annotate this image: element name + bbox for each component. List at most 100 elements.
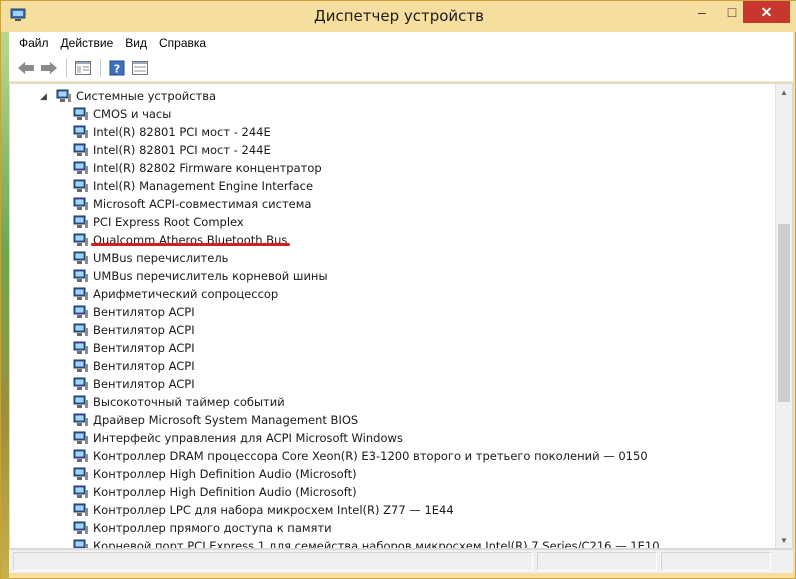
device-row[interactable]: Intel(R) Management Engine Interface — [73, 177, 313, 195]
device-row[interactable]: PCI Express Root Complex — [73, 213, 244, 231]
device-label: Вентилятор ACPI — [93, 305, 195, 319]
toolbar-separator — [66, 58, 67, 77]
device-row[interactable]: Контроллер прямого доступа к памяти — [73, 519, 332, 537]
device-label: UMBus перечислитель корневой шины — [93, 269, 328, 283]
system-device-icon — [73, 287, 88, 300]
tree-category-row[interactable]: ◢ Системные устройства — [40, 87, 216, 105]
back-button[interactable] — [15, 57, 37, 79]
system-device-icon — [73, 449, 88, 462]
show-hide-tree-icon — [75, 60, 91, 75]
forward-button[interactable] — [38, 57, 60, 79]
system-device-icon — [73, 161, 88, 174]
device-tree[interactable]: ◢ Системные устройства CMOS и часы Intel(… — [9, 83, 793, 549]
device-row[interactable]: CMOS и часы — [73, 105, 171, 123]
system-device-icon — [73, 431, 88, 444]
menu-view[interactable]: Вид — [119, 36, 153, 50]
system-device-icon — [73, 377, 88, 390]
system-device-icon — [73, 143, 88, 156]
status-cell-tertiary — [661, 552, 771, 571]
console-tree-button[interactable] — [129, 57, 151, 79]
device-row[interactable]: Вентилятор ACPI — [73, 375, 195, 393]
device-row[interactable]: Intel(R) 82801 PCI мост - 244E — [73, 123, 271, 141]
device-row[interactable]: Высокоточный таймер событий — [73, 393, 285, 411]
system-device-icon — [73, 233, 88, 246]
device-row[interactable]: UMBus перечислитель — [73, 249, 228, 267]
device-row[interactable]: Корневой порт PCI Express 1 для семейств… — [73, 537, 660, 548]
system-device-icon — [73, 485, 88, 498]
device-row[interactable]: Вентилятор ACPI — [73, 357, 195, 375]
device-row[interactable]: Контроллер High Definition Audio (Micros… — [73, 483, 357, 501]
svg-text:?: ? — [114, 62, 120, 75]
system-device-icon — [73, 107, 88, 120]
menu-action[interactable]: Действие — [55, 36, 120, 50]
device-row[interactable]: Драйвер Microsoft System Management BIOS — [73, 411, 358, 429]
menu-file[interactable]: Файл — [13, 36, 55, 50]
window-title: Диспетчер устройств — [313, 7, 484, 25]
scroll-up-arrow-icon[interactable]: ▲ — [776, 84, 792, 100]
system-devices-icon — [56, 89, 71, 102]
device-label: Вентилятор ACPI — [93, 359, 195, 373]
system-device-icon — [73, 341, 88, 354]
system-device-icon — [73, 323, 88, 336]
back-arrow-icon — [18, 61, 34, 74]
device-label: Intel(R) Management Engine Interface — [93, 179, 314, 193]
device-label: Intel(R) 82801 PCI мост - 244E — [93, 125, 271, 139]
system-device-icon — [73, 395, 88, 408]
device-row[interactable]: Intel(R) 82802 Firmware концентратор — [73, 159, 322, 177]
menu-bar: Файл Действие Вид Справка — [9, 32, 793, 54]
title-bar[interactable]: Диспетчер устройств – □ ✕ — [1, 1, 796, 32]
device-label: Microsoft ACPI-совместимая система — [93, 197, 312, 211]
scroll-down-arrow-icon[interactable]: ▼ — [776, 532, 792, 548]
device-row[interactable]: Контроллер DRAM процессора Core Xeon(R) … — [73, 447, 648, 465]
device-row[interactable]: Intel(R) 82801 PCI мост - 244E — [73, 141, 271, 159]
device-row[interactable]: Вентилятор ACPI — [73, 303, 195, 321]
device-label: Высокоточный таймер событий — [93, 395, 285, 409]
device-row[interactable]: UMBus перечислитель корневой шины — [73, 267, 328, 285]
scroll-thumb[interactable] — [778, 224, 790, 402]
help-button[interactable]: ? — [106, 57, 128, 79]
device-label: Арифметический сопроцессор — [93, 287, 279, 301]
show-hide-tree-button[interactable] — [72, 57, 94, 79]
device-row[interactable]: Вентилятор ACPI — [73, 321, 195, 339]
system-device-icon — [73, 197, 88, 210]
device-label: Интерфейс управления для ACPI Microsoft … — [93, 431, 403, 445]
device-row[interactable]: Microsoft ACPI-совместимая система — [73, 195, 311, 213]
device-label: CMOS и часы — [93, 107, 172, 121]
category-label: Системные устройства — [76, 89, 217, 103]
device-row[interactable]: Контроллер LPC для набора микросхем Inte… — [73, 501, 454, 519]
system-device-icon — [73, 413, 88, 426]
device-row[interactable]: Qualcomm Atheros Bluetooth Bus — [73, 231, 287, 249]
system-device-icon — [73, 269, 88, 282]
minimize-button[interactable]: – — [687, 1, 717, 23]
device-label: Вентилятор ACPI — [93, 323, 195, 337]
device-row[interactable]: Интерфейс управления для ACPI Microsoft … — [73, 429, 403, 447]
system-device-icon — [73, 521, 88, 534]
device-label: Контроллер LPC для набора микросхем Inte… — [93, 503, 454, 517]
device-row[interactable]: Контроллер High Definition Audio (Micros… — [73, 465, 357, 483]
device-row[interactable]: Вентилятор ACPI — [73, 339, 195, 357]
device-label: Контроллер High Definition Audio (Micros… — [93, 467, 357, 481]
device-row[interactable]: Арифметический сопроцессор — [73, 285, 278, 303]
toolbar-separator — [100, 58, 101, 77]
device-label: Драйвер Microsoft System Management BIOS — [93, 413, 359, 427]
collapse-arrow-icon[interactable]: ◢ — [40, 91, 50, 101]
desktop-background-strip — [1, 31, 9, 579]
toolbar: ? — [9, 54, 793, 82]
system-device-icon — [73, 539, 88, 548]
status-bar — [9, 549, 793, 573]
device-label: Контроллер High Definition Audio (Micros… — [93, 485, 357, 499]
device-label: Intel(R) 82802 Firmware концентратор — [93, 161, 322, 175]
vertical-scrollbar[interactable]: ▲ ▼ — [775, 84, 792, 548]
system-device-icon — [73, 503, 88, 516]
system-device-icon — [73, 467, 88, 480]
highlight-underline — [91, 243, 290, 246]
system-device-icon — [73, 179, 88, 192]
close-button[interactable]: ✕ — [743, 1, 790, 23]
device-label: Вентилятор ACPI — [93, 341, 195, 355]
console-tree-icon — [132, 60, 148, 75]
system-device-icon — [73, 359, 88, 372]
device-label: UMBus перечислитель — [93, 251, 229, 265]
device-label: Intel(R) 82801 PCI мост - 244E — [93, 143, 271, 157]
device-label: PCI Express Root Complex — [93, 215, 244, 229]
menu-help[interactable]: Справка — [153, 36, 212, 50]
